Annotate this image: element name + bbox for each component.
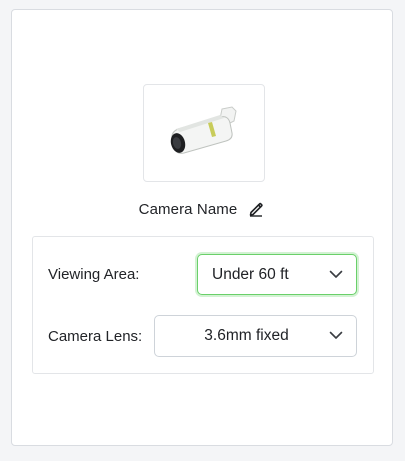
pencil-edit-icon[interactable]	[247, 200, 265, 218]
camera-name: Camera Name	[138, 200, 238, 218]
camera-name-row: Camera Name	[12, 198, 392, 220]
camera-lens-value: 3.6mm fixed	[204, 327, 289, 344]
camera-lens-label: Camera Lens:	[48, 328, 143, 345]
chevron-down-icon	[329, 331, 343, 340]
viewing-area-label: Viewing Area:	[48, 266, 140, 283]
viewing-area-value: Under 60 ft	[212, 265, 289, 283]
chevron-down-icon	[329, 270, 343, 279]
camera-config-card: Camera Name Viewing Area: Under 60 ft Ca…	[11, 9, 393, 446]
viewing-area-select[interactable]: Under 60 ft	[197, 254, 357, 295]
camera-image	[143, 84, 265, 182]
camera-settings-panel: Viewing Area: Under 60 ft Camera Lens: 3…	[32, 236, 374, 374]
camera-lens-select[interactable]: 3.6mm fixed	[154, 315, 357, 357]
bullet-security-camera-icon	[170, 106, 237, 154]
